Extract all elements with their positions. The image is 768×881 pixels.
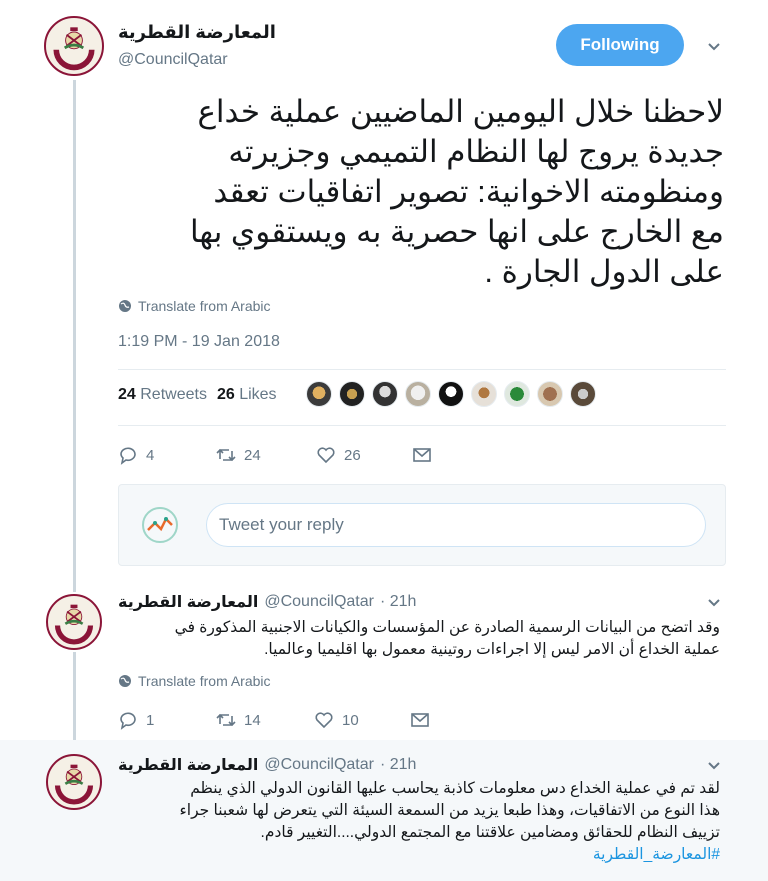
chevron-down-icon[interactable] bbox=[707, 596, 721, 610]
qatar-emblem-icon bbox=[48, 596, 100, 648]
retweet-action[interactable]: 14 bbox=[216, 710, 314, 730]
reply-time[interactable]: · 21h bbox=[380, 756, 416, 774]
reply-time[interactable]: · 21h bbox=[380, 593, 416, 611]
globe-icon bbox=[118, 674, 132, 688]
reply-composer: Tweet your reply bbox=[118, 484, 726, 566]
tweet-text-line: جديدة يروج لها النظام التميمي وجزيرته bbox=[228, 134, 724, 169]
reply-header: المعارضة القطرية @CouncilQatar · 21h bbox=[118, 755, 416, 775]
translate-link[interactable]: Translate from Arabic bbox=[118, 673, 271, 689]
liker-avatar[interactable] bbox=[438, 381, 464, 407]
reply-input[interactable]: Tweet your reply bbox=[206, 503, 706, 547]
like-count: 10 bbox=[342, 711, 359, 729]
retweet-action[interactable]: 24 bbox=[216, 445, 316, 465]
qatar-emblem-icon bbox=[46, 18, 102, 74]
reply-action[interactable]: 1 bbox=[118, 710, 216, 730]
retweets-stat[interactable]: 24 Retweets bbox=[118, 386, 207, 404]
reply-header: المعارضة القطرية @CouncilQatar · 21h bbox=[118, 592, 416, 612]
translate-label[interactable]: Translate from Arabic bbox=[138, 673, 271, 689]
reply-author-name[interactable]: المعارضة القطرية bbox=[118, 592, 258, 612]
tweet-timestamp[interactable]: 1:19 PM - 19 Jan 2018 bbox=[118, 333, 280, 351]
thread-line bbox=[73, 652, 76, 752]
tweet-text-line: ومنظومته الاخوانية: تصوير اتفاقيات تعقد bbox=[213, 174, 724, 209]
tweet-text: لاحظنا خلال اليومين الماضيين عملية خداع … bbox=[118, 92, 724, 292]
tweet-text-line: مع الخارج على انها حصرية به ويستقوي بها bbox=[189, 214, 724, 249]
account-name[interactable]: المعارضة القطرية bbox=[118, 22, 276, 43]
like-icon bbox=[317, 447, 335, 464]
divider bbox=[118, 425, 726, 426]
chevron-down-icon[interactable] bbox=[707, 759, 721, 773]
like-action[interactable]: 10 bbox=[314, 710, 410, 730]
likes-stat[interactable]: 26 Likes bbox=[217, 386, 277, 404]
retweets-count: 24 bbox=[118, 386, 136, 403]
globe-icon bbox=[118, 299, 132, 313]
translate-label[interactable]: Translate from Arabic bbox=[138, 298, 271, 314]
following-button[interactable]: Following bbox=[556, 24, 684, 66]
hashtag-link[interactable]: #المعارضة_القطرية bbox=[118, 844, 720, 866]
reply-text-line: وقد اتضح من البيانات الرسمية الصادرة عن … bbox=[174, 619, 720, 636]
reply-text: وقد اتضح من البيانات الرسمية الصادرة عن … bbox=[118, 617, 720, 661]
message-icon bbox=[411, 713, 429, 727]
liker-avatar[interactable] bbox=[537, 381, 563, 407]
avatar[interactable] bbox=[44, 16, 104, 76]
tweet-text-line: لاحظنا خلال اليومين الماضيين عملية خداع bbox=[197, 94, 724, 129]
reply-actions: 1 14 10 bbox=[118, 710, 430, 730]
direct-message-action[interactable] bbox=[412, 445, 432, 465]
tweet-stats: 24 Retweets 26 Likes bbox=[118, 386, 277, 404]
qatar-emblem-icon bbox=[48, 756, 100, 808]
liker-avatars bbox=[306, 381, 596, 407]
liker-avatar[interactable] bbox=[306, 381, 332, 407]
like-action[interactable]: 26 bbox=[316, 445, 412, 465]
likes-count: 26 bbox=[216, 386, 235, 403]
user-avatar[interactable] bbox=[141, 506, 179, 544]
reply-author-handle[interactable]: @CouncilQatar bbox=[264, 756, 374, 774]
retweet-count: 24 bbox=[244, 446, 261, 464]
thread-line bbox=[73, 80, 76, 592]
reply-text: لقد تم في عملية الخداع دس معلومات كاذبة … bbox=[118, 778, 720, 866]
reply-text-line: لقد تم في عملية الخداع دس معلومات كاذبة … bbox=[190, 780, 720, 797]
reply-icon bbox=[120, 447, 136, 465]
user-default-avatar-icon bbox=[142, 507, 178, 543]
reply-text-line: عملية الخداع أن الامر ليس إلا اجراءات رو… bbox=[264, 641, 720, 658]
reply-count: 4 bbox=[146, 446, 155, 464]
liker-avatar[interactable] bbox=[339, 381, 365, 407]
account-handle[interactable]: @CouncilQatar bbox=[118, 51, 228, 69]
reply-text-line: هذا النوع من الاتفاقيات، وهذا طبعا يزيد … bbox=[179, 802, 720, 819]
translate-link[interactable]: Translate from Arabic bbox=[118, 298, 271, 314]
liker-avatar[interactable] bbox=[405, 381, 431, 407]
retweet-icon bbox=[216, 448, 236, 462]
message-icon bbox=[413, 448, 431, 462]
retweet-icon bbox=[216, 713, 236, 727]
tweet-text-line: على الدول الجارة . bbox=[484, 254, 724, 289]
tweet-actions: 4 24 26 bbox=[118, 445, 432, 465]
direct-message-action[interactable] bbox=[410, 710, 430, 730]
reply-icon bbox=[120, 712, 136, 730]
avatar[interactable] bbox=[46, 754, 102, 810]
reply-count: 1 bbox=[146, 711, 155, 729]
likes-label: Likes bbox=[239, 386, 277, 403]
liker-avatar[interactable] bbox=[471, 381, 497, 407]
retweets-label: Retweets bbox=[140, 386, 207, 403]
reply-author-name[interactable]: المعارضة القطرية bbox=[118, 755, 258, 775]
like-icon bbox=[315, 712, 333, 729]
retweet-count: 14 bbox=[244, 711, 261, 729]
avatar[interactable] bbox=[46, 594, 102, 650]
liker-avatar[interactable] bbox=[570, 381, 596, 407]
like-count: 26 bbox=[344, 446, 361, 464]
reply-author-handle[interactable]: @CouncilQatar bbox=[264, 593, 374, 611]
chevron-down-icon[interactable] bbox=[707, 40, 721, 54]
liker-avatar[interactable] bbox=[372, 381, 398, 407]
reply-text-line: تزييف النظام للحقائق ومضامين علاقتنا مع … bbox=[260, 824, 720, 841]
divider bbox=[118, 369, 726, 370]
reply-action[interactable]: 4 bbox=[118, 445, 216, 465]
liker-avatar[interactable] bbox=[504, 381, 530, 407]
